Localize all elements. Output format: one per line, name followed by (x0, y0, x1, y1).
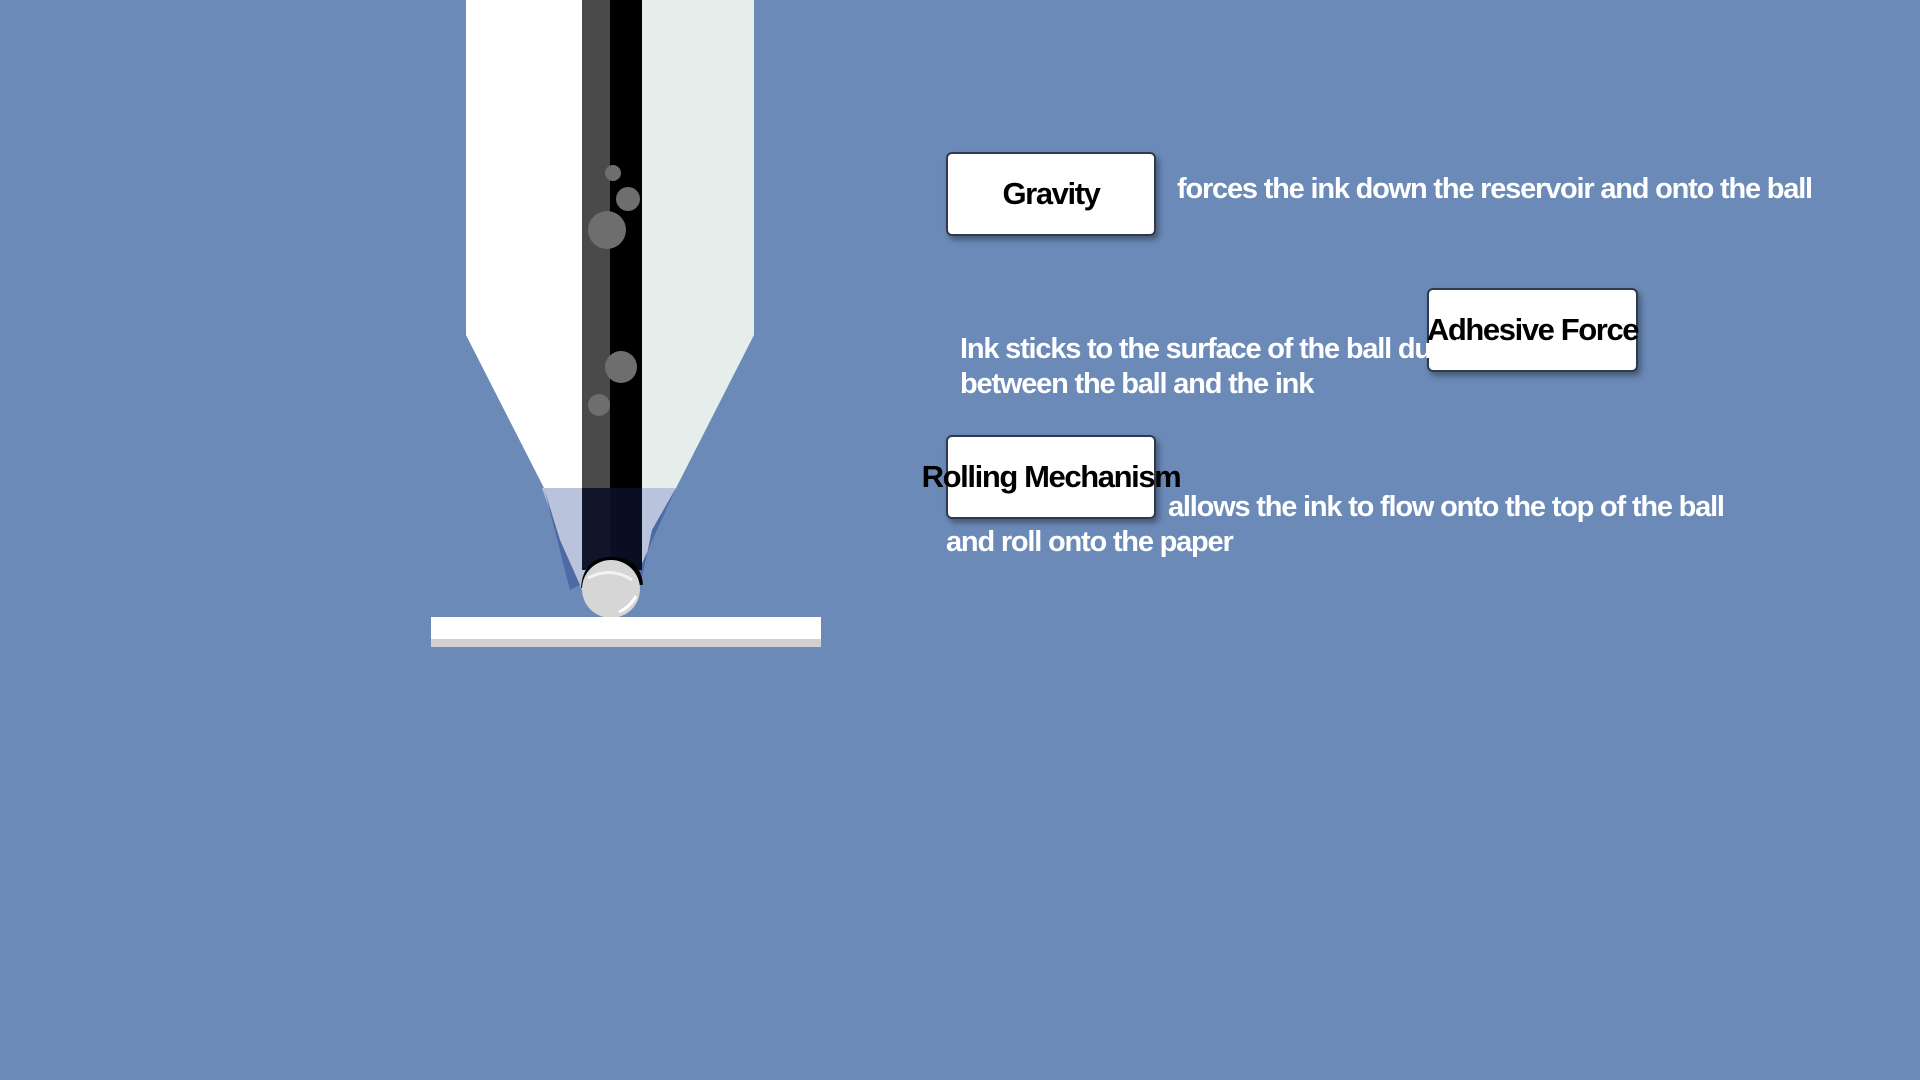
adhesive-description-line-2: between the ball and the ink (960, 368, 1314, 400)
rolling-description: allows the ink to flow onto the top of t… (946, 490, 1725, 560)
ink-reservoir (582, 0, 642, 570)
adhesive-description: Ink sticks to the surface of the ball du… (960, 332, 1479, 402)
rolling-description-line-1: allows the ink to flow onto the top of t… (1168, 491, 1725, 523)
paper-sheet (431, 617, 821, 647)
gravity-label-button[interactable]: Gravity (946, 152, 1156, 236)
adhesive-description-line-1: Ink sticks to the surface of the ball du… (960, 333, 1479, 365)
rolling-description-line-2: and roll onto the paper (946, 526, 1234, 558)
gravity-description: forces the ink down the reservoir and on… (1177, 173, 1813, 205)
pen-ball (581, 556, 643, 618)
